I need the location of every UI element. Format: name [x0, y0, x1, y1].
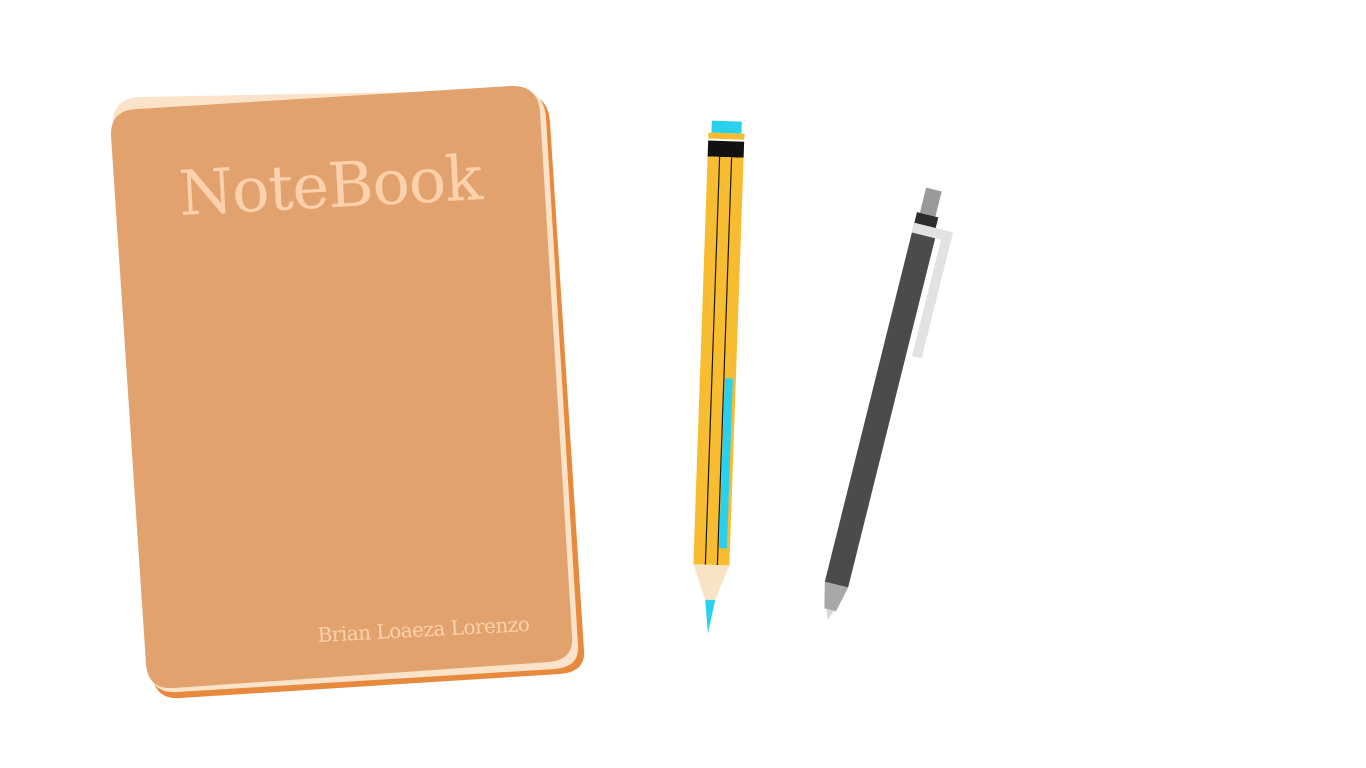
pen-nib: [826, 608, 835, 620]
pencil-body: [693, 156, 744, 566]
pencil-wood-tip: [693, 564, 730, 601]
pencil-lead: [705, 599, 716, 634]
pencil-ferrule-band: [707, 140, 745, 158]
pen-button: [919, 187, 942, 217]
pencil-ferrule: [708, 132, 745, 140]
notebook-icon[interactable]: NoteBook Brian Loaeza Lorenzo: [110, 85, 585, 699]
pen-icon[interactable]: [816, 187, 962, 627]
pen-body: [824, 222, 938, 588]
pencil-icon[interactable]: [691, 120, 745, 635]
desk-scene: NoteBook Brian Loaeza Lorenzo: [110, 85, 962, 699]
pencil-eraser: [711, 120, 742, 134]
